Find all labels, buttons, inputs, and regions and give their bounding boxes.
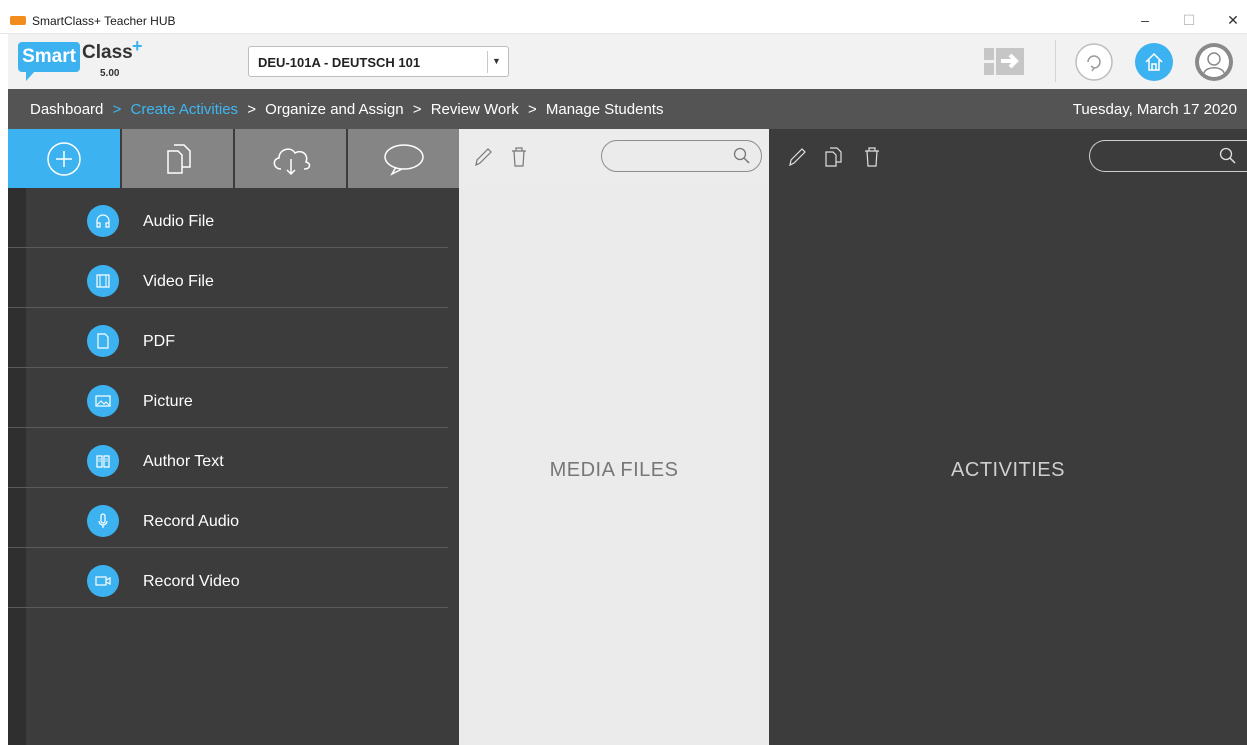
media-files-panel: MEDIA FILES bbox=[459, 129, 769, 745]
window-title: SmartClass+ Teacher HUB bbox=[32, 14, 176, 28]
menu-item-label: Picture bbox=[143, 393, 193, 410]
menu-item-author-text[interactable]: Author Text bbox=[8, 428, 448, 488]
current-date: Tuesday, March 17 2020 bbox=[1072, 101, 1237, 118]
breadcrumb-separator: > bbox=[527, 101, 537, 118]
course-selected-value: DEU-101A - DEUTSCH 101 bbox=[258, 55, 421, 70]
breadcrumb-organize-and-assign[interactable]: Organize and Assign bbox=[265, 101, 403, 118]
menu-item-video-file[interactable]: Video File bbox=[8, 248, 448, 308]
create-panel: Audio File Video File PDF Picture Author… bbox=[8, 129, 459, 745]
media-search-input[interactable] bbox=[614, 147, 724, 165]
media-toolbar bbox=[459, 129, 769, 185]
edit-pencil-icon[interactable] bbox=[473, 146, 493, 168]
window-title-bar: SmartClass+ Teacher HUB – ☐ ✕ bbox=[0, 0, 1247, 34]
exit-session-icon[interactable] bbox=[984, 48, 1030, 76]
menu-item-record-audio[interactable]: Record Audio bbox=[8, 488, 448, 548]
search-icon[interactable] bbox=[1219, 147, 1237, 165]
smartclass-logo: Smart Class + 5.00 bbox=[18, 36, 158, 84]
breadcrumb-manage-students[interactable]: Manage Students bbox=[546, 101, 664, 118]
image-icon bbox=[87, 385, 119, 417]
breadcrumb-bar: Dashboard > Create Activities > Organize… bbox=[8, 89, 1247, 129]
media-search-field[interactable] bbox=[601, 140, 762, 172]
logo-plus: + bbox=[132, 36, 143, 56]
menu-item-label: PDF bbox=[143, 333, 175, 350]
maximize-button[interactable]: ☐ bbox=[1174, 10, 1204, 30]
app-icon bbox=[10, 16, 26, 25]
add-icon bbox=[47, 141, 81, 176]
header-divider bbox=[1055, 40, 1056, 82]
speech-bubble-icon bbox=[383, 143, 424, 176]
copy-document-icon bbox=[166, 143, 191, 174]
create-tabs bbox=[8, 129, 459, 188]
edit-pencil-icon[interactable] bbox=[787, 146, 807, 168]
film-icon bbox=[87, 265, 119, 297]
search-icon[interactable] bbox=[733, 147, 751, 165]
document-icon bbox=[87, 325, 119, 357]
activities-search-field[interactable] bbox=[1089, 140, 1247, 172]
tab-comments[interactable] bbox=[348, 129, 459, 188]
menu-item-label: Author Text bbox=[143, 453, 224, 470]
trash-icon[interactable] bbox=[862, 146, 882, 168]
breadcrumb-dashboard[interactable]: Dashboard bbox=[30, 101, 103, 118]
logo-word: Class bbox=[82, 42, 133, 63]
menu-item-label: Record Audio bbox=[143, 513, 240, 530]
menu-item-pdf[interactable]: PDF bbox=[8, 308, 448, 368]
book-icon bbox=[87, 445, 119, 477]
home-icon[interactable] bbox=[1134, 42, 1174, 82]
menu-item-label: Audio File bbox=[143, 213, 215, 230]
sync-icon[interactable] bbox=[1074, 42, 1114, 82]
tab-import[interactable] bbox=[235, 129, 346, 188]
user-profile-icon[interactable] bbox=[1194, 42, 1234, 82]
version-label: 5.00 bbox=[100, 68, 120, 79]
dropdown-arrow-icon: ▼ bbox=[492, 56, 501, 66]
dropdown-divider bbox=[487, 51, 488, 73]
microphone-icon bbox=[87, 505, 119, 537]
menu-item-label: Record Video bbox=[143, 573, 240, 590]
breadcrumb: Dashboard > Create Activities > Organize… bbox=[30, 101, 663, 118]
menu-item-audio-file[interactable]: Audio File bbox=[8, 188, 448, 248]
course-dropdown[interactable]: DEU-101A - DEUTSCH 101 ▼ bbox=[248, 46, 509, 77]
minimize-button[interactable]: – bbox=[1130, 10, 1160, 30]
create-menu: Audio File Video File PDF Picture Author… bbox=[8, 188, 448, 608]
headphones-icon bbox=[87, 205, 119, 237]
breadcrumb-separator: > bbox=[412, 101, 422, 118]
close-button[interactable]: ✕ bbox=[1218, 10, 1247, 30]
menu-item-picture[interactable]: Picture bbox=[8, 368, 448, 428]
copy-document-icon[interactable] bbox=[823, 146, 843, 168]
tab-add[interactable] bbox=[8, 129, 120, 188]
activities-caption: ACTIVITIES bbox=[951, 459, 1065, 481]
video-camera-icon bbox=[87, 565, 119, 597]
breadcrumb-create-activities[interactable]: Create Activities bbox=[131, 101, 239, 118]
cloud-download-icon bbox=[273, 147, 310, 175]
media-files-caption: MEDIA FILES bbox=[549, 459, 679, 481]
activities-search-input[interactable] bbox=[1102, 147, 1212, 165]
breadcrumb-separator: > bbox=[247, 101, 256, 118]
activities-panel: ACTIVITIES bbox=[769, 129, 1247, 745]
app-header: Smart Class + 5.00 DEU-101A - DEUTSCH 10… bbox=[8, 34, 1247, 89]
breadcrumb-review-work[interactable]: Review Work bbox=[431, 101, 519, 118]
trash-icon[interactable] bbox=[509, 146, 529, 168]
logo-badge: Smart bbox=[18, 42, 80, 81]
tab-copy[interactable] bbox=[122, 129, 233, 188]
menu-item-record-video[interactable]: Record Video bbox=[8, 548, 448, 608]
breadcrumb-separator: > bbox=[112, 101, 122, 118]
menu-item-label: Video File bbox=[143, 273, 214, 290]
